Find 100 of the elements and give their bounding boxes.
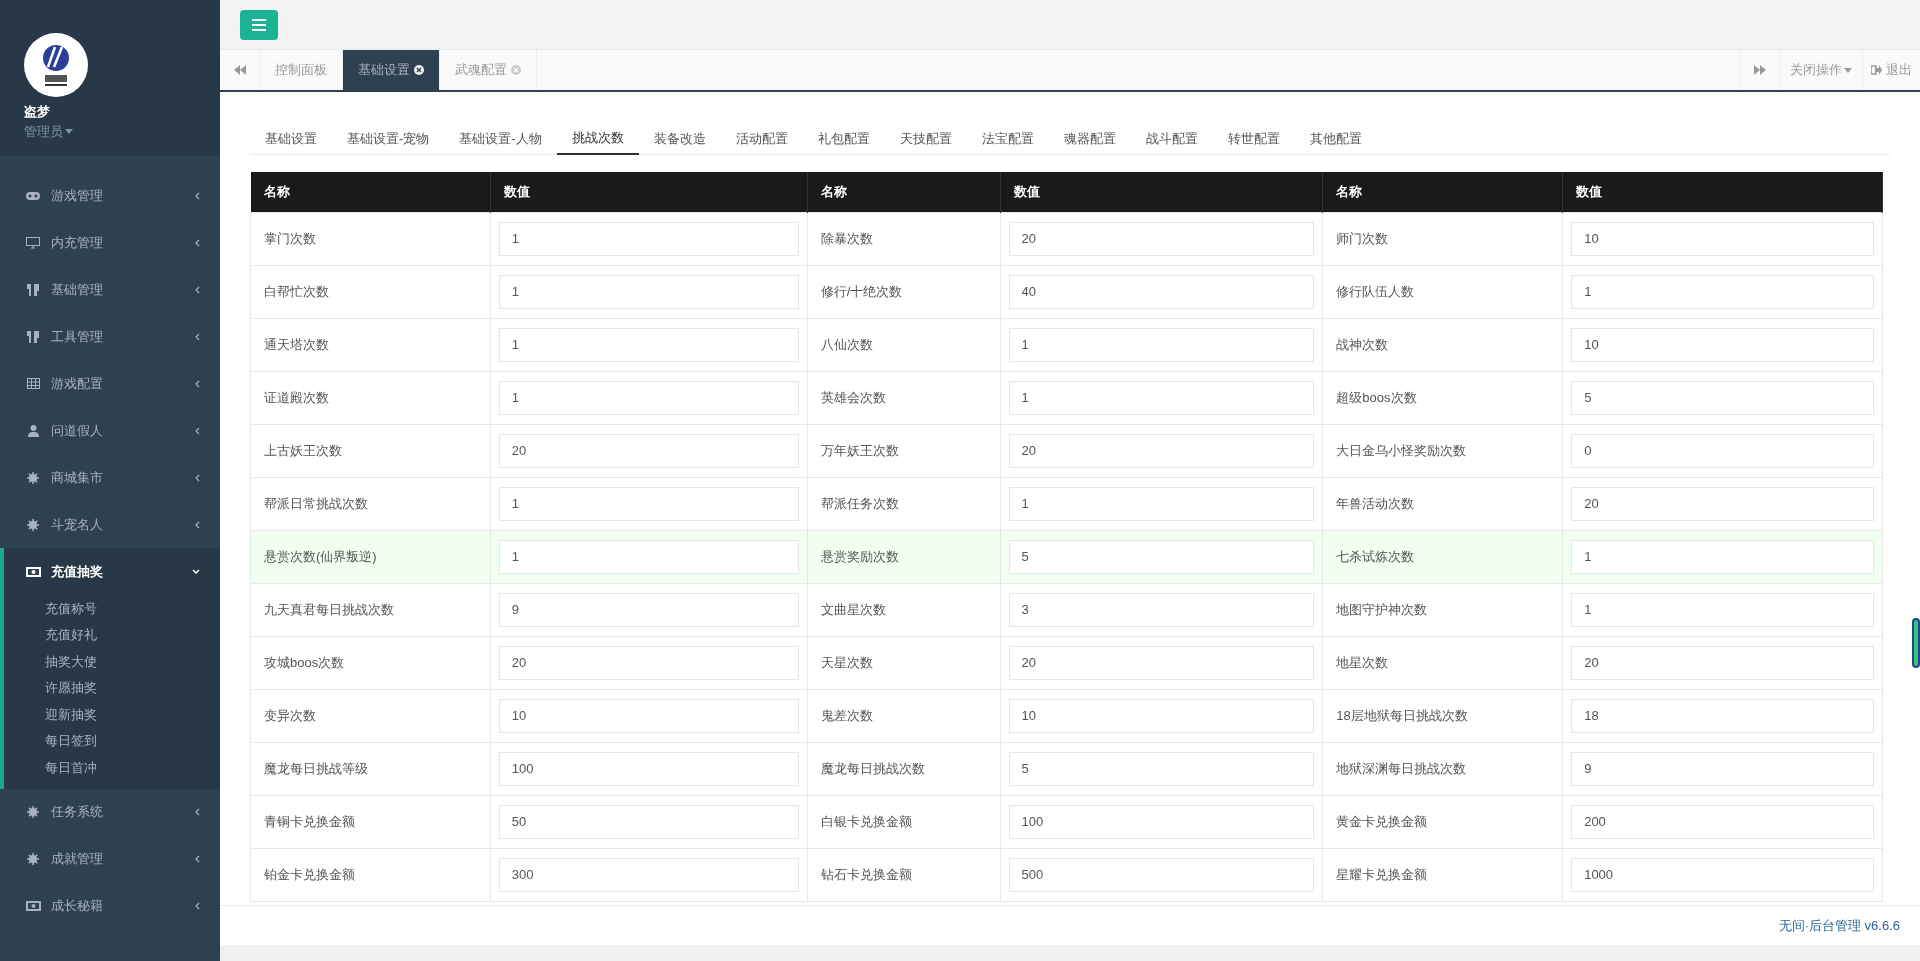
value-input-field[interactable]: 1	[1571, 274, 1874, 309]
value-input-field[interactable]: 20	[1008, 433, 1315, 468]
value-input-field[interactable]: 20	[1571, 486, 1874, 521]
value-input-field[interactable]: 20	[1008, 645, 1315, 680]
sidebar-menu-item[interactable]: 成就管理	[0, 835, 220, 883]
submenu-item[interactable]: 每日签到	[4, 727, 220, 754]
sidebar-menu-item[interactable]: 斗宠名人	[0, 501, 220, 548]
table-cell: 帮派任务次数	[807, 477, 1000, 530]
sub-tab[interactable]: 魂器配置	[1048, 122, 1131, 155]
sidebar-menu-item[interactable]: 游戏管理	[0, 172, 220, 219]
value-input-field[interactable]: 1	[1571, 539, 1874, 574]
user-name: 盗梦	[24, 103, 51, 121]
value-input-field[interactable]: 1	[498, 327, 799, 362]
table-cell: 魔龙每日挑战次数	[807, 742, 1000, 795]
value-input-field[interactable]: 100	[498, 751, 799, 786]
value-input-field[interactable]: 1	[498, 274, 799, 309]
submenu-item[interactable]: 迎新抽奖	[4, 701, 220, 728]
value-input-field[interactable]: 200	[1571, 804, 1874, 839]
value-input-field[interactable]: 1000	[1571, 857, 1874, 892]
gear-icon	[25, 518, 41, 531]
sub-tab[interactable]: 基础设置-人物	[444, 122, 557, 155]
value-input-field[interactable]: 0	[1571, 433, 1874, 468]
sidebar-menu-item[interactable]: 商城集市	[0, 454, 220, 501]
value-input-field[interactable]: 20	[1571, 645, 1874, 680]
table-cell: 天星次数	[807, 636, 1000, 689]
sidebar-menu-item[interactable]: 任务系统	[0, 788, 220, 836]
column-header: 数值	[1562, 172, 1883, 212]
value-input-field[interactable]: 10	[498, 698, 799, 733]
close-icon[interactable]	[414, 65, 424, 75]
sub-tab[interactable]: 法宝配置	[966, 122, 1049, 155]
table-cell: 变异次数	[250, 689, 491, 742]
sidebar-menu-item[interactable]: 内充管理	[0, 219, 220, 266]
value-input-field[interactable]: 18	[1571, 698, 1874, 733]
menu-toggle-button[interactable]	[240, 9, 278, 40]
value-input-field[interactable]: 5	[1008, 751, 1315, 786]
value-input-field[interactable]: 1	[498, 221, 799, 256]
value-input-field[interactable]: 9	[1571, 751, 1874, 786]
banknote-icon	[25, 566, 41, 577]
value-input-field[interactable]: 5	[1571, 380, 1874, 415]
value-input-field[interactable]: 10	[1571, 327, 1874, 362]
user-icon	[25, 424, 41, 437]
sub-tab[interactable]: 礼包配置	[802, 122, 885, 155]
table-cell: 地星次数	[1322, 636, 1563, 689]
sidebar-menu-item[interactable]: 成长秘籍	[0, 882, 220, 930]
role-dropdown[interactable]: 管理员	[24, 121, 196, 141]
floating-scroll-handle[interactable]	[1912, 618, 1920, 668]
sidebar-menu-item[interactable]: 基础管理	[0, 266, 220, 313]
value-input-field[interactable]: 40	[1008, 274, 1315, 309]
column-header: 名称	[807, 172, 1000, 212]
value-input-field[interactable]: 1	[1008, 380, 1315, 415]
sub-tab[interactable]: 挑战次数	[556, 122, 639, 155]
value-input-field[interactable]: 1	[498, 486, 799, 521]
sidebar-menu-item[interactable]: 游戏配置	[0, 360, 220, 407]
value-input-field[interactable]: 10	[1571, 221, 1874, 256]
sidebar-menu-item[interactable]: 充值抽奖	[4, 548, 220, 595]
value-input-field[interactable]: 1	[498, 380, 799, 415]
table-cell: 七杀试炼次数	[1322, 530, 1563, 583]
value-input-field[interactable]: 10	[1008, 698, 1315, 733]
value-input-field[interactable]: 100	[1008, 804, 1315, 839]
value-input-field[interactable]: 20	[498, 645, 799, 680]
value-input-field[interactable]: 50	[498, 804, 799, 839]
sub-tab[interactable]: 装备改造	[638, 122, 721, 155]
table-cell: 18层地狱每日挑战次数	[1322, 689, 1563, 742]
value-input-field[interactable]: 1	[1008, 327, 1315, 362]
value-input-field[interactable]: 1	[498, 539, 799, 574]
caret-icon	[65, 128, 73, 134]
table-cell: 师门次数	[1322, 212, 1563, 265]
value-input-field[interactable]: 500	[1008, 857, 1315, 892]
value-input-field[interactable]: 1	[1571, 592, 1874, 627]
submenu-item[interactable]: 充值好礼	[4, 621, 220, 648]
table-cell: 八仙次数	[807, 318, 1000, 371]
monitor-icon	[25, 236, 41, 249]
chevron-left-icon	[194, 379, 200, 388]
table-cell: 白银卡兑换金额	[807, 795, 1000, 848]
sub-tab[interactable]: 活动配置	[720, 122, 803, 155]
sub-tab[interactable]: 基础设置-宠物	[332, 122, 445, 155]
sidebar-menu-item[interactable]: 工具管理	[0, 313, 220, 360]
value-input-field[interactable]: 20	[498, 433, 799, 468]
page-tab[interactable]: 基础设置	[343, 50, 440, 90]
sub-tab[interactable]: 转世配置	[1212, 122, 1295, 155]
banknote-icon	[25, 901, 41, 911]
sidebar-menu-item[interactable]: 问道假人	[0, 407, 220, 454]
gear-icon	[25, 471, 41, 484]
submenu-item[interactable]: 许愿抽奖	[4, 674, 220, 701]
value-input-field[interactable]: 300	[498, 857, 799, 892]
submenu-item[interactable]: 每日首冲	[4, 754, 220, 781]
value-input-field[interactable]: 5	[1008, 539, 1315, 574]
submenu-item[interactable]: 充值称号	[4, 595, 220, 622]
submenu-item[interactable]: 抽奖大使	[4, 648, 220, 675]
sub-tab[interactable]: 基础设置	[250, 122, 332, 155]
value-input-field[interactable]: 20	[1008, 221, 1315, 256]
sub-tab[interactable]: 天技配置	[884, 122, 967, 155]
sub-tab[interactable]: 其他配置	[1294, 122, 1377, 155]
value-input-field[interactable]: 3	[1008, 592, 1315, 627]
table-cell: 悬赏奖励次数	[807, 530, 1000, 583]
table-cell: 通天塔次数	[250, 318, 491, 371]
table-cell: 铂金卡兑换金额	[250, 848, 491, 901]
sub-tab[interactable]: 战斗配置	[1130, 122, 1213, 155]
value-input-field[interactable]: 1	[1008, 486, 1315, 521]
value-input-field[interactable]: 9	[498, 592, 799, 627]
